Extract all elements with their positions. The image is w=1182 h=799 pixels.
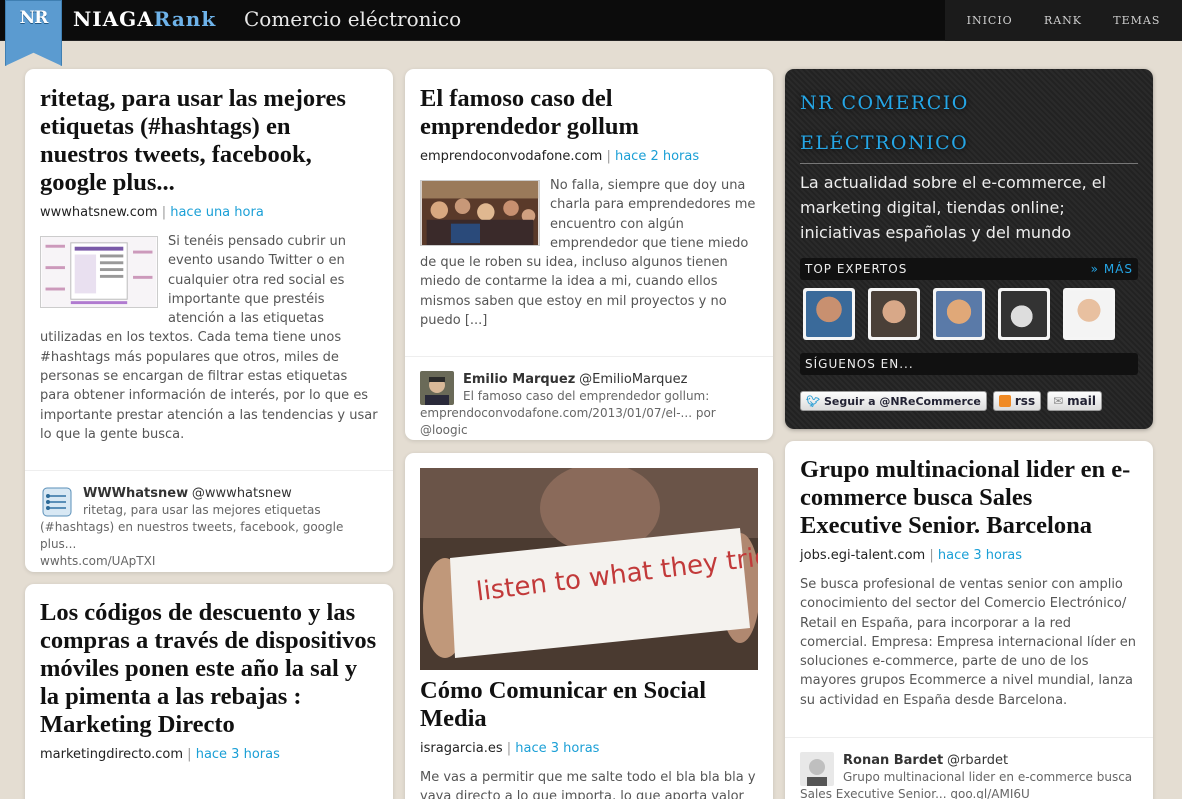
- source-link[interactable]: jobs.egi-talent.com: [800, 548, 925, 563]
- expert-avatar[interactable]: [933, 288, 985, 340]
- article-card: El famoso caso del emprendedor gollum em…: [405, 69, 773, 440]
- twitter-icon: 🐦︎: [806, 394, 820, 408]
- article-card: Los códigos de descuento y las compras a…: [25, 584, 393, 799]
- share-box: WWWhatsnew @wwwhatsnew ritetag, para usa…: [25, 470, 393, 572]
- user-handle[interactable]: @rbardet: [947, 753, 1008, 768]
- share-text: El famoso caso del emprendedor gollum:: [463, 389, 710, 403]
- expert-avatar[interactable]: [1063, 288, 1115, 340]
- section-widget: NR COMERCIO ELÉCTRONICO La actualidad so…: [785, 69, 1153, 429]
- article-excerpt: Me vas a permitir que me salte todo el b…: [420, 770, 756, 799]
- top-nav: INICIO RANK TEMAS: [945, 0, 1182, 41]
- time-link[interactable]: hace 3 horas: [515, 741, 599, 756]
- share-box: Ronan Bardet @rbardet Grupo multinaciona…: [785, 737, 1153, 799]
- nav-temas[interactable]: TEMAS: [1113, 14, 1160, 27]
- twitter-follow-button[interactable]: 🐦︎ Seguir a @NReCommerce: [800, 391, 987, 411]
- article-card: ritetag, para usar las mejores etiquetas…: [25, 69, 393, 572]
- article-title[interactable]: El famoso caso del emprendedor gollum: [420, 85, 758, 141]
- article-meta: marketingdirecto.com | hace 3 horas: [40, 747, 280, 762]
- user-name[interactable]: Emilio Marquez: [463, 372, 575, 387]
- follow-header: SÍGUENOS EN...: [800, 353, 1138, 375]
- share-link[interactable]: emprendoconvodafone.com/2013/01/07/el-..…: [420, 406, 692, 420]
- share-text: ritetag, para usar las mejores etiquetas…: [40, 503, 344, 551]
- experts-header: TOP EXPERTOS » MÁS: [800, 258, 1138, 280]
- rss-icon: [998, 395, 1011, 407]
- expert-avatar[interactable]: [868, 288, 920, 340]
- time-link[interactable]: hace una hora: [170, 205, 264, 220]
- logo-text: NR: [19, 8, 49, 28]
- nav-rank[interactable]: RANK: [1044, 14, 1082, 27]
- logo-ribbon[interactable]: NR: [5, 0, 62, 66]
- source-link[interactable]: wwwhatsnew.com: [40, 205, 158, 220]
- experts-label: TOP EXPERTOS: [805, 262, 908, 276]
- share-link[interactable]: wwhts.com/UApTXI: [40, 553, 378, 570]
- article-title[interactable]: Grupo multinacional lider en e-commerce …: [800, 456, 1138, 540]
- more-experts-link[interactable]: » MÁS: [1091, 262, 1133, 276]
- user-avatar[interactable]: [800, 752, 834, 786]
- article-thumbnail[interactable]: [40, 236, 158, 308]
- article-image[interactable]: listen to what they tried to say: [420, 468, 758, 670]
- follow-label: SÍGUENOS EN...: [805, 357, 914, 371]
- article-meta: emprendoconvodafone.com | hace 2 horas: [420, 149, 700, 164]
- time-link[interactable]: hace 2 horas: [615, 149, 699, 164]
- source-link[interactable]: isragarcia.es: [420, 741, 503, 756]
- user-avatar[interactable]: [40, 485, 74, 519]
- time-link[interactable]: hace 3 horas: [196, 747, 280, 762]
- article-meta: wwwhatsnew.com | hace una hora: [40, 205, 264, 220]
- mail-button[interactable]: ✉ mail: [1047, 391, 1102, 411]
- expert-avatar[interactable]: [803, 288, 855, 340]
- user-avatar[interactable]: [420, 371, 454, 405]
- article-thumbnail[interactable]: [420, 180, 540, 246]
- mail-icon: ✉: [1053, 394, 1064, 408]
- article-excerpt: Si tenéis pensado cubrir un evento usand…: [40, 234, 378, 442]
- expert-avatar[interactable]: [998, 288, 1050, 340]
- article-excerpt: Se busca profesional de ventas senior co…: [800, 577, 1137, 708]
- nav-inicio[interactable]: INICIO: [967, 14, 1013, 27]
- experts-list: [800, 288, 1138, 340]
- rss-button[interactable]: rss: [992, 391, 1042, 411]
- site-brand[interactable]: NIAGARank: [73, 7, 216, 31]
- article-meta: isragarcia.es | hace 3 horas: [420, 741, 600, 756]
- article-card: listen to what they tried to say Cómo Co…: [405, 453, 773, 799]
- user-name[interactable]: WWWhatsnew: [83, 486, 188, 501]
- article-meta: jobs.egi-talent.com | hace 3 horas: [800, 548, 1023, 563]
- top-bar: NIAGARank Comercio eléctronico INICIO RA…: [0, 0, 1182, 41]
- source-link[interactable]: marketingdirecto.com: [40, 747, 183, 762]
- share-box: Emilio Marquez @EmilioMarquez El famoso …: [405, 356, 773, 440]
- section-title: Comercio eléctronico: [244, 7, 462, 31]
- user-handle[interactable]: @EmilioMarquez: [579, 372, 687, 387]
- user-name[interactable]: Ronan Bardet: [843, 753, 943, 768]
- article-title[interactable]: Los códigos de descuento y las compras a…: [40, 599, 378, 739]
- widget-description: La actualidad sobre el e-commerce, el ma…: [800, 173, 1107, 242]
- time-link[interactable]: hace 3 horas: [938, 548, 1022, 563]
- source-link[interactable]: emprendoconvodafone.com: [420, 149, 602, 164]
- article-title[interactable]: ritetag, para usar las mejores etiquetas…: [40, 85, 378, 197]
- follow-buttons: 🐦︎ Seguir a @NReCommerce rss ✉ mail: [800, 391, 1138, 411]
- article-card: Grupo multinacional lider en e-commerce …: [785, 441, 1153, 799]
- article-excerpt: No falla, siempre que doy una charla par…: [420, 178, 756, 329]
- user-handle[interactable]: @wwwhatsnew: [192, 486, 292, 501]
- article-title[interactable]: Cómo Comunicar en Social Media: [420, 677, 758, 733]
- share-text: Grupo multinacional lider en e-commerce …: [800, 770, 1133, 799]
- widget-title: NR COMERCIO ELÉCTRONICO: [800, 83, 1138, 164]
